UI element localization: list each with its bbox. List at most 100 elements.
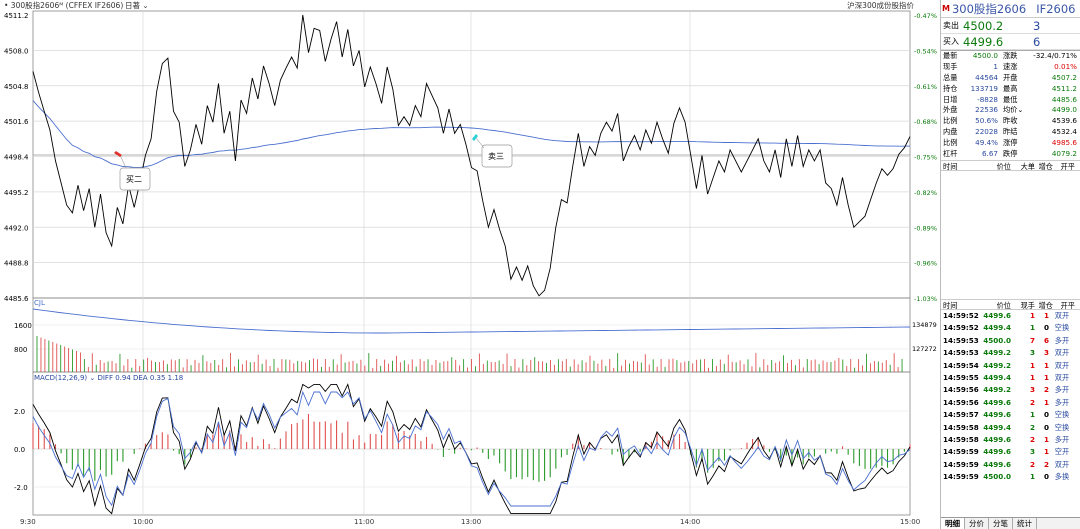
stat-value: 50.6% — [975, 116, 998, 126]
tick-type: 多开 — [1054, 335, 1070, 345]
stat-value: 4985.6 — [1051, 138, 1077, 148]
time-tick-label: 14:00 — [680, 518, 700, 526]
stat-label: 日增 — [943, 94, 958, 104]
pct-tick-label: -1.03% — [914, 295, 937, 303]
stat-label: 现手 — [943, 61, 958, 71]
tick-type: 多开 — [1054, 397, 1070, 407]
price-tick-label: 4511.2 — [4, 12, 29, 20]
tab-stats[interactable]: 统计 — [1013, 518, 1037, 529]
sell-price[interactable]: 4500.2 — [963, 19, 1033, 33]
tick-type: 空换 — [1054, 323, 1070, 333]
stat-value: 4485.6 — [1051, 94, 1077, 104]
tick-volume: 2 — [1029, 422, 1035, 432]
tick-open-change: 1 — [1043, 447, 1049, 457]
pct-tick-label: -0.82% — [914, 189, 937, 197]
tab-price[interactable]: 分价 — [965, 518, 989, 529]
tick-rows: 14:59:52 4499.6 1 1 双开 14:59:52 4499.4 1 0 空换 14:5… — [941, 310, 1080, 483]
tick-list: 时间 价位 现手 增仓 开平 14:59:52 4499.6 1 1 双开 14:59:52 449… — [941, 299, 1080, 483]
pct-tick-label: -0.75% — [914, 154, 937, 162]
macd-tick-label: 0.0 — [14, 446, 25, 454]
tick-price: 4499.6 — [983, 410, 1011, 420]
tick-time: 14:59:53 — [943, 348, 979, 358]
pct-tick-label: -0.54% — [914, 47, 937, 55]
stat-label: 杠杆 — [943, 149, 958, 159]
tick-price: 4499.6 — [983, 447, 1011, 457]
time-tick-label: 9:30 — [20, 518, 36, 526]
tick-volume: 1 — [1029, 372, 1035, 382]
big-order-header: 时间 价位 大单 增仓 开平 — [941, 159, 1080, 171]
time-tick-label: 10:00 — [133, 518, 153, 526]
tick-row: 14:59:52 4499.4 1 0 空换 — [941, 322, 1080, 334]
column-header[interactable]: 大单 — [1011, 161, 1035, 171]
stat-row: 最新 4500.0 涨跌 -32.4/0.71% — [941, 51, 1080, 62]
stat-label: 昨收 — [1003, 116, 1018, 126]
intraday-chart[interactable]: • 300股指2606ᴹ (CFFEX IF2606) 日著 ⌄ 沪深300成份… — [0, 0, 940, 529]
stat-value: 133719 — [970, 83, 998, 93]
stat-value: 4511.2 — [1051, 83, 1077, 93]
tick-open-change: 3 — [1043, 348, 1049, 358]
market-badge: M — [942, 4, 950, 13]
pct-tick-label: -0.96% — [914, 260, 937, 268]
column-header[interactable]: 增仓 — [1035, 300, 1053, 310]
tick-price: 4499.2 — [983, 348, 1011, 358]
tick-open-change: 2 — [1043, 385, 1049, 395]
tick-time: 14:59:55 — [943, 372, 979, 382]
stat-row: 比例 50.6% 昨收 4539.6 — [941, 116, 1080, 127]
tick-row: 14:59:52 4499.6 1 1 双开 — [941, 310, 1080, 322]
sell-label: 卖出 — [943, 21, 959, 30]
panel-title: M 300股指2606 IF2606 — [941, 0, 1080, 18]
tick-price: 4499.4 — [983, 323, 1011, 333]
stat-label: 涨跌 — [1003, 51, 1018, 60]
tab-trades[interactable]: 分笔 — [989, 518, 1013, 529]
stat-row: 持仓 133719 最高 4511.2 — [941, 84, 1080, 95]
tick-type: 空换 — [1054, 410, 1070, 420]
tick-time: 14:59:56 — [943, 397, 979, 407]
stat-label: 比例 — [943, 138, 958, 148]
stat-label: 比例 — [943, 116, 958, 126]
stat-row: 日增 -8828 最低 4485.6 — [941, 95, 1080, 106]
stat-label: 总量 — [943, 72, 958, 82]
price-tick-label: 4504.8 — [4, 83, 29, 91]
column-header[interactable]: 增仓 — [1035, 161, 1053, 171]
tick-row: 14:59:57 4499.6 1 0 空换 — [941, 409, 1080, 421]
price-tick-label: 4485.6 — [4, 295, 29, 303]
tick-time: 14:59:59 — [943, 472, 979, 482]
tick-time: 14:59:52 — [943, 311, 979, 320]
time-tick-label: 15:00 — [900, 518, 920, 526]
quote-panel: M 300股指2606 IF2606 卖出 4500.2 3 买入 4499.6… — [940, 0, 1080, 529]
column-header[interactable]: 开平 — [1053, 161, 1075, 171]
tick-price: 4499.4 — [983, 422, 1011, 432]
stat-value: 4079.2 — [1051, 149, 1077, 159]
detail-tabs: 明细 分价 分笔 统计 — [941, 517, 1080, 529]
buy-volume: 6 — [1033, 34, 1041, 49]
tick-open-change: 6 — [1043, 335, 1049, 345]
tick-volume: 3 — [1029, 348, 1035, 358]
stat-row: 总量 44564 开盘 4507.2 — [941, 73, 1080, 84]
annotation-pointer — [475, 137, 485, 149]
price-tick-label: 4488.8 — [4, 260, 29, 268]
column-header[interactable]: 开平 — [1053, 300, 1075, 310]
pct-tick-label: -0.89% — [914, 224, 937, 232]
tab-detail[interactable]: 明细 — [941, 518, 965, 529]
column-header[interactable]: 价位 — [981, 300, 1011, 310]
tick-volume: 1 — [1029, 472, 1035, 482]
stat-row: 比例 49.4% 涨停 4985.6 — [941, 138, 1080, 149]
tick-row: 14:59:54 4499.2 1 1 双开 — [941, 360, 1080, 372]
stat-label: 最低 — [1003, 94, 1018, 104]
buy-price[interactable]: 4499.6 — [963, 35, 1033, 49]
column-header[interactable]: 时间 — [943, 161, 981, 171]
tick-volume: 2 — [1029, 434, 1035, 444]
tick-open-change: 0 — [1043, 410, 1049, 420]
stat-row: 杠杆 6.67 跌停 4079.2 — [941, 149, 1080, 160]
buy-marker-icon — [114, 151, 122, 157]
column-header[interactable]: 价位 — [981, 161, 1011, 171]
column-header[interactable]: 时间 — [943, 300, 981, 310]
price-tick-label: 4501.6 — [4, 118, 29, 126]
pct-tick-label: -0.61% — [914, 83, 937, 91]
tick-price: 4499.4 — [983, 372, 1011, 382]
tick-open-change: 1 — [1043, 372, 1049, 382]
oi-tick-label: 134879 — [912, 321, 937, 329]
chart-svg: 4511.2 4508.0 4504.8 4501.6 4498.4 4495.2 4492… — [4, 10, 937, 526]
tick-time: 14:59:53 — [943, 335, 979, 345]
column-header[interactable]: 现手 — [1011, 300, 1035, 310]
